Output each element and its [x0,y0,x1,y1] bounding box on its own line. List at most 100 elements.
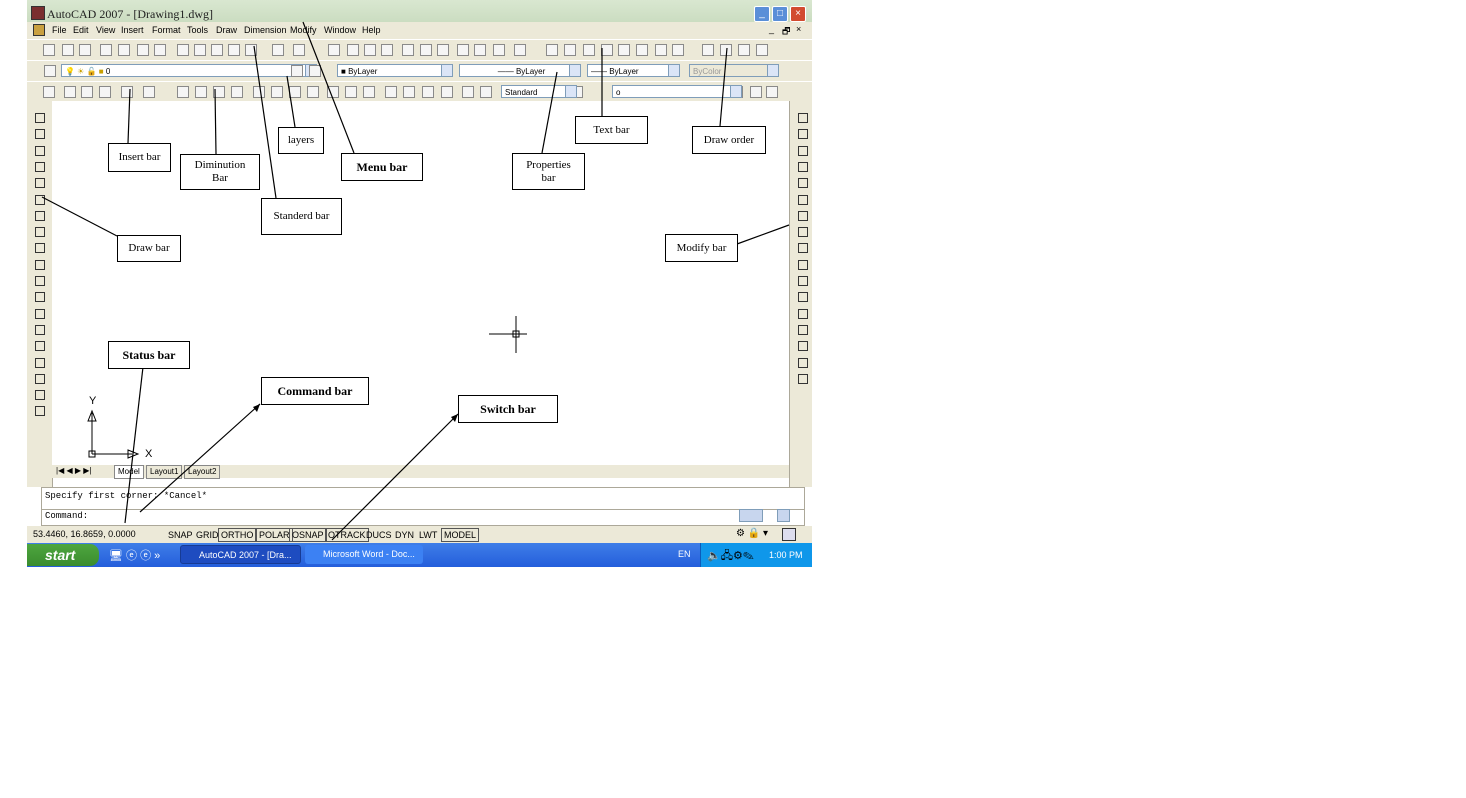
modify-tool-icon[interactable] [798,357,808,368]
draw-tool-icon[interactable] [35,308,45,319]
menu-tools[interactable]: Tools [187,25,208,35]
standard-tool-icon[interactable] [420,44,432,56]
menu-format[interactable]: Format [152,25,181,35]
mdi-close-button[interactable]: × [796,24,801,34]
draw-tool-icon[interactable] [35,373,45,384]
standard-tool-icon[interactable] [457,44,469,56]
insert-dim-tool-icon[interactable] [213,86,225,98]
draw-tool-icon[interactable] [35,161,45,172]
draw-tool-icon[interactable] [35,390,45,401]
text-style-select[interactable]: o [612,85,742,98]
status-tray-icons[interactable]: ⚙ 🔒 ▾ [736,528,768,539]
modify-tool-icon[interactable] [798,227,808,238]
standard-tool-icon[interactable] [564,44,576,56]
standard-tool-icon[interactable] [79,44,91,56]
insert-dim-tool-icon[interactable] [195,86,207,98]
insert-dim-tool-icon[interactable] [750,86,762,98]
insert-dim-tool-icon[interactable] [363,86,375,98]
minimize-button[interactable]: _ [754,6,770,22]
menu-draw[interactable]: Draw [216,25,237,35]
standard-tool-icon[interactable] [137,44,149,56]
quick-launch-icons[interactable]: 🖥 ⓔ ⓔ » [109,547,160,563]
scroll-left-button[interactable] [739,509,763,522]
modify-tool-icon[interactable] [798,194,808,205]
draw-tool-icon[interactable] [35,292,45,303]
toggle-ortho[interactable]: ORTHO [218,528,257,542]
standard-tool-icon[interactable] [437,44,449,56]
modify-tool-icon[interactable] [798,113,808,123]
insert-dim-tool-icon[interactable] [99,86,111,98]
menu-dimension[interactable]: Dimension [244,25,287,35]
menu-view[interactable]: View [96,25,115,35]
insert-dim-tool-icon[interactable] [403,86,415,98]
draw-tool-icon[interactable] [35,194,45,205]
color-select[interactable]: ■ ByLayer [337,64,453,77]
modify-tool-icon[interactable] [798,373,808,384]
draw-tool-icon[interactable] [35,227,45,238]
standard-tool-icon[interactable] [474,44,486,56]
standard-tool-icon[interactable] [100,44,112,56]
standard-tool-icon[interactable] [636,44,648,56]
modify-tool-icon[interactable] [798,145,808,156]
layer-previous-icon[interactable] [309,65,321,77]
tab-model[interactable]: Model [114,465,144,479]
modify-tool-icon[interactable] [798,178,808,189]
tray-icons[interactable]: 🔈🖧⚙✎ [707,547,754,566]
tab-layout1[interactable]: Layout1 [146,465,183,479]
standard-tool-icon[interactable] [228,44,240,56]
menu-window[interactable]: Window [324,25,356,35]
insert-dim-tool-icon[interactable] [462,86,474,98]
modify-tool-icon[interactable] [798,243,808,254]
insert-dim-tool-icon[interactable] [385,86,397,98]
mdi-minimize-button[interactable]: _ [769,24,774,34]
insert-dim-tool-icon[interactable] [345,86,357,98]
menu-file[interactable]: File [52,25,67,35]
linetype-select[interactable]: —— ByLayer [459,64,581,77]
modify-tool-icon[interactable] [798,324,808,335]
draw-tool-icon[interactable] [35,259,45,270]
standard-tool-icon[interactable] [381,44,393,56]
modify-tool-icon[interactable] [798,210,808,221]
insert-dim-tool-icon[interactable] [43,86,55,98]
modify-tool-icon[interactable] [798,308,808,319]
insert-dim-tool-icon[interactable] [253,86,265,98]
tab-nav-arrows[interactable]: |◀ ◀ ▶ ▶| [56,466,91,475]
lineweight-select[interactable]: —— ByLayer [587,64,680,77]
mdi-restore-button[interactable]: 🗗 [782,24,790,40]
standard-tool-icon[interactable] [583,44,595,56]
modify-tool-icon[interactable] [798,161,808,172]
toggle-polar[interactable]: POLAR [256,528,293,542]
standard-tool-icon[interactable] [514,44,526,56]
standard-tool-icon[interactable] [738,44,750,56]
plotstyle-select[interactable]: ByColor [689,64,779,77]
menu-help[interactable]: Help [362,25,381,35]
maximize-button[interactable]: □ [772,6,788,22]
insert-dim-tool-icon[interactable] [143,86,155,98]
standard-tool-icon[interactable] [272,44,284,56]
insert-dim-tool-icon[interactable] [121,86,133,98]
standard-tool-icon[interactable] [601,44,613,56]
modify-tool-icon[interactable] [798,259,808,270]
standard-tool-icon[interactable] [154,44,166,56]
language-indicator[interactable]: EN [678,549,691,559]
insert-dim-tool-icon[interactable] [177,86,189,98]
standard-tool-icon[interactable] [211,44,223,56]
modify-tool-icon[interactable] [798,341,808,352]
standard-tool-icon[interactable] [347,44,359,56]
draw-tool-icon[interactable] [35,357,45,368]
standard-tool-icon[interactable] [493,44,505,56]
draw-tool-icon[interactable] [35,145,45,156]
make-current-layer-icon[interactable] [291,65,303,77]
standard-tool-icon[interactable] [118,44,130,56]
standard-tool-icon[interactable] [618,44,630,56]
draw-tool-icon[interactable] [35,178,45,189]
insert-dim-tool-icon[interactable] [480,86,492,98]
draw-tool-icon[interactable] [35,341,45,352]
start-button[interactable]: start [27,544,99,566]
toggle-ducs[interactable]: DUCS [363,528,395,542]
standard-tool-icon[interactable] [672,44,684,56]
draw-tool-icon[interactable] [35,276,45,286]
dimstyle-select[interactable]: Standard [501,85,577,98]
modify-tool-icon[interactable] [798,292,808,303]
toggle-lwt[interactable]: LWT [416,528,440,542]
